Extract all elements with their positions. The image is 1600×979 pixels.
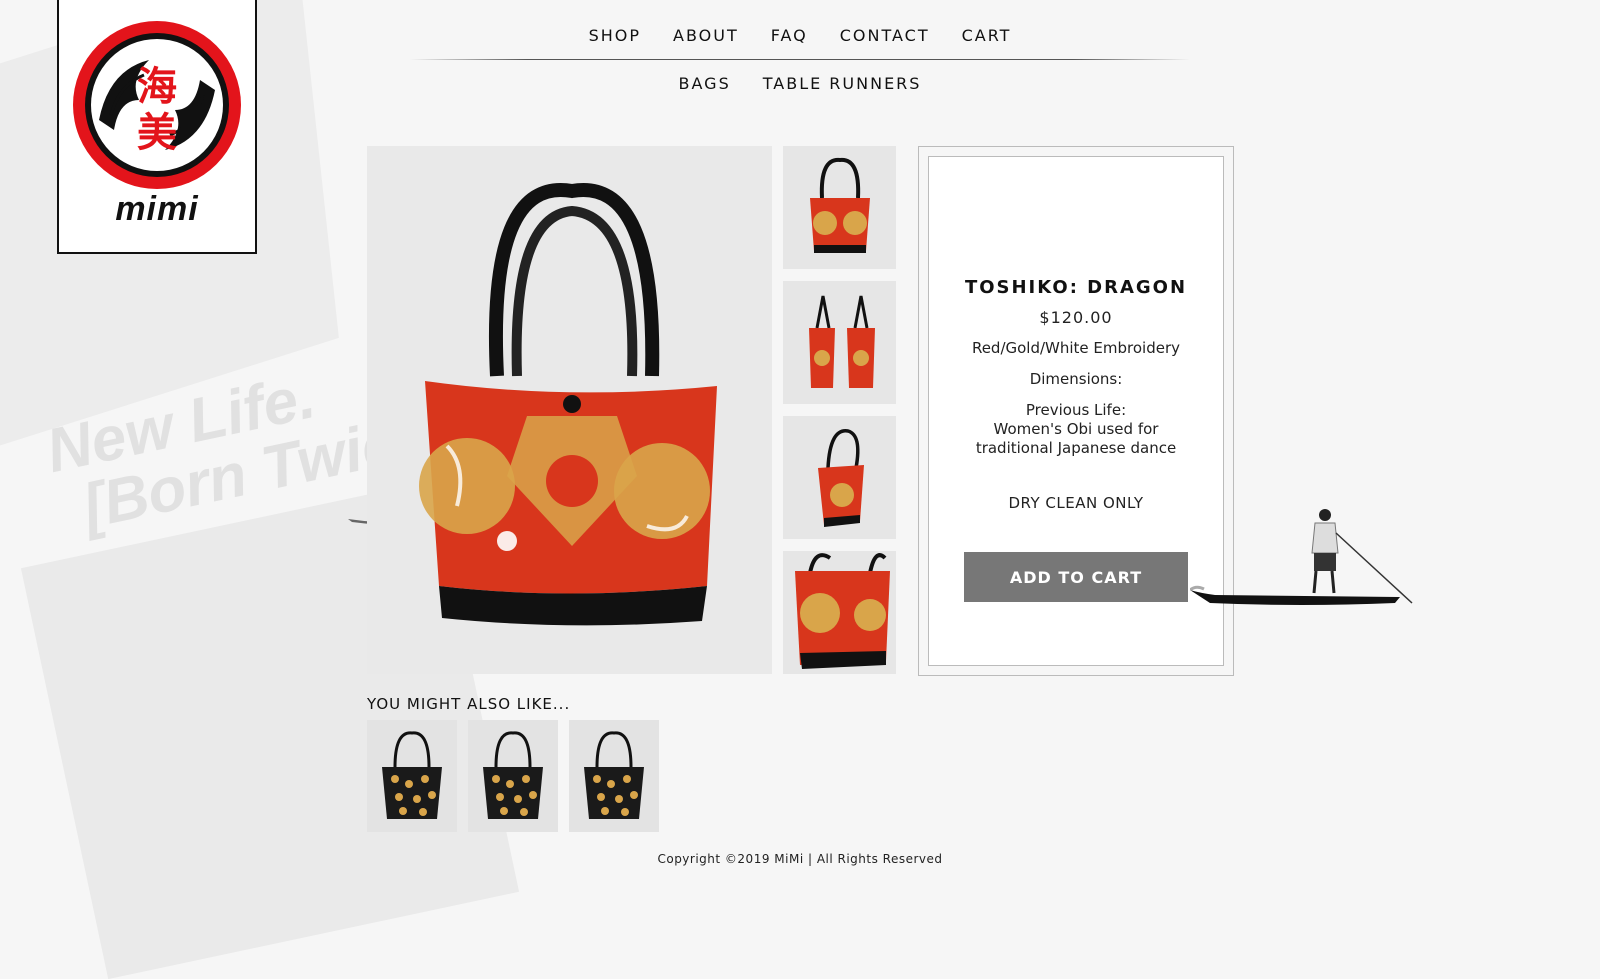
recommended-product[interactable] bbox=[569, 720, 659, 832]
recommended-product[interactable] bbox=[468, 720, 558, 832]
product-thumbnails bbox=[783, 146, 896, 686]
product-title: TOSHIKO: DRAGON bbox=[964, 277, 1188, 298]
nav-about[interactable]: ABOUT bbox=[673, 26, 739, 45]
nav-faq[interactable]: FAQ bbox=[771, 26, 808, 45]
also-like-list bbox=[367, 720, 659, 832]
logo-wordmark: mimi bbox=[115, 190, 199, 228]
recommended-product[interactable] bbox=[367, 720, 457, 832]
black-tote-bag-image bbox=[382, 730, 442, 819]
product-material: Red/Gold/White Embroidery bbox=[971, 339, 1181, 357]
boatman-silhouette bbox=[1190, 509, 1413, 605]
nav-cart[interactable]: CART bbox=[962, 26, 1012, 45]
tote-bag-image bbox=[419, 182, 717, 626]
also-like-heading: YOU MIGHT ALSO LIKE... bbox=[367, 695, 571, 713]
logo-kanji-top: 海 bbox=[137, 64, 177, 110]
nav-bags[interactable]: BAGS bbox=[679, 74, 731, 93]
nav-shop[interactable]: SHOP bbox=[589, 26, 641, 45]
black-tote-bag-image bbox=[584, 730, 644, 819]
tote-bag-detail-image bbox=[794, 552, 890, 669]
product-thumbnail[interactable] bbox=[783, 146, 896, 269]
product-thumbnail[interactable] bbox=[783, 416, 896, 539]
brand-logo[interactable]: 海 美 mimi bbox=[57, 0, 257, 254]
product-main-image[interactable] bbox=[367, 146, 772, 674]
main-navigation: SHOP ABOUT FAQ CONTACT CART BAGS TABLE R… bbox=[400, 26, 1200, 93]
tote-bag-front-image bbox=[809, 157, 870, 253]
add-to-cart-button[interactable]: ADD TO CART bbox=[964, 552, 1188, 602]
wave-emblem-icon: 海 美 bbox=[73, 21, 241, 189]
secondary-nav: BAGS TABLE RUNNERS bbox=[400, 74, 1200, 93]
nav-divider bbox=[410, 59, 1190, 60]
tote-bag-side-image bbox=[808, 295, 875, 388]
product-info-card: TOSHIKO: DRAGON $120.00 Red/Gold/White E… bbox=[928, 156, 1224, 666]
previous-life-line-2: traditional Japanese dance bbox=[975, 439, 1177, 457]
black-tote-bag-image bbox=[483, 730, 543, 819]
product-thumbnail[interactable] bbox=[783, 281, 896, 404]
product-care-instructions: DRY CLEAN ONLY bbox=[1008, 494, 1144, 512]
copyright-notice: Copyright ©2019 MiMi | All Rights Reserv… bbox=[657, 852, 943, 866]
product-thumbnail[interactable] bbox=[783, 551, 896, 674]
previous-life-label: Previous Life: bbox=[1025, 401, 1127, 419]
previous-life-line-1: Women's Obi used for bbox=[993, 420, 1159, 438]
product-price: $120.00 bbox=[1039, 308, 1113, 327]
product-info-panel: TOSHIKO: DRAGON $120.00 Red/Gold/White E… bbox=[918, 146, 1234, 676]
nav-contact[interactable]: CONTACT bbox=[840, 26, 930, 45]
logo-kanji-bottom: 美 bbox=[137, 110, 177, 156]
product-dimensions: Dimensions: bbox=[1029, 370, 1123, 388]
primary-nav: SHOP ABOUT FAQ CONTACT CART bbox=[400, 26, 1200, 45]
product-previous-life: Previous Life: Women's Obi used for trad… bbox=[929, 401, 1223, 458]
tote-bag-angle-image bbox=[817, 428, 864, 527]
nav-table-runners[interactable]: TABLE RUNNERS bbox=[763, 74, 922, 93]
